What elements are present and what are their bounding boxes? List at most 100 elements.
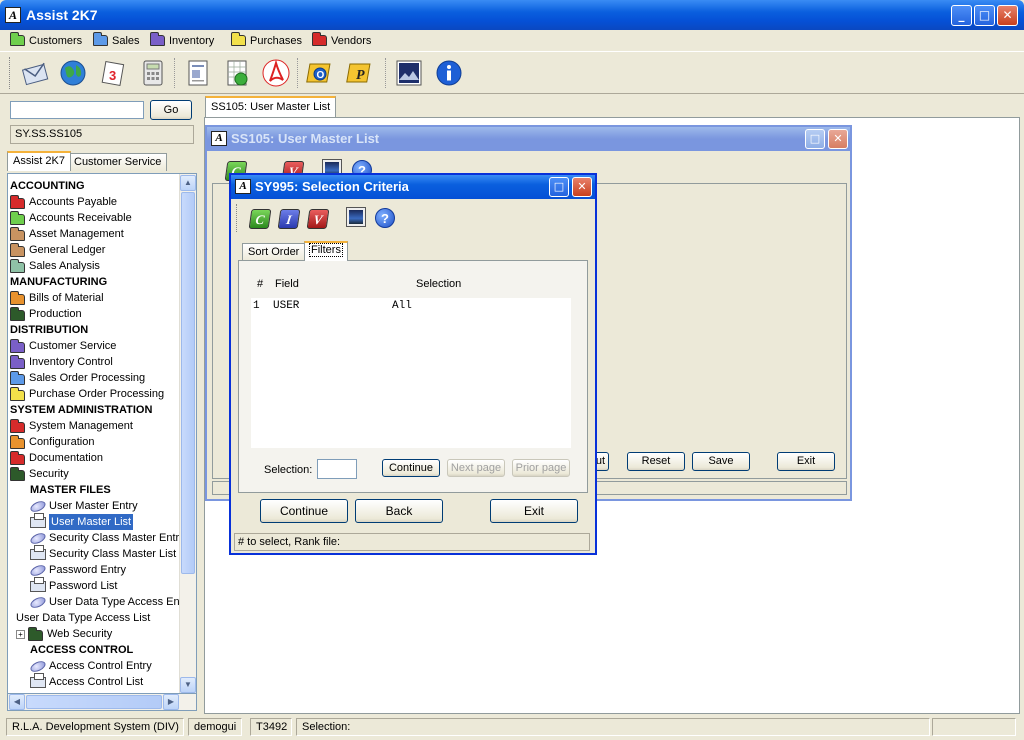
- p-icon[interactable]: P: [346, 58, 376, 88]
- tree-item[interactable]: Accounts Receivable: [10, 210, 132, 226]
- image-icon[interactable]: [394, 58, 424, 88]
- scroll-left-icon[interactable]: ◀: [9, 694, 25, 710]
- scroll-down-icon[interactable]: ▼: [180, 677, 196, 693]
- tree-item: MANUFACTURING: [10, 274, 107, 290]
- maximize-button[interactable]: □: [974, 5, 995, 26]
- tree-item[interactable]: Asset Management: [10, 226, 124, 242]
- spreadsheet-icon[interactable]: [222, 58, 252, 88]
- tree-item[interactable]: Sales Analysis: [10, 258, 100, 274]
- tree-item[interactable]: General Ledger: [10, 242, 105, 258]
- tree-item[interactable]: User Master Entry: [28, 498, 138, 514]
- svg-text:3: 3: [109, 68, 116, 83]
- back-window-exit-button[interactable]: Exit: [777, 452, 835, 471]
- expand-icon[interactable]: +: [16, 629, 25, 639]
- scroll-right-icon[interactable]: ▶: [163, 694, 179, 710]
- tree-item-label: User Master Entry: [49, 500, 138, 512]
- toolbar-separator: [385, 58, 386, 88]
- folder-green-icon: [10, 32, 25, 46]
- v-icon[interactable]: V: [306, 209, 330, 229]
- tree-item[interactable]: Accounts Payable: [10, 194, 117, 210]
- tree-item[interactable]: Inventory Control: [10, 354, 113, 370]
- help-icon[interactable]: ?: [375, 208, 395, 228]
- search-input[interactable]: [10, 101, 144, 119]
- menu-purchases-label: Purchases: [250, 34, 302, 47]
- tree-horizontal-scrollbar[interactable]: ◀ ▶: [7, 694, 197, 711]
- tree-item[interactable]: Security Class Master List: [30, 544, 176, 562]
- tree-item[interactable]: Access Control List: [30, 672, 143, 690]
- continue-button[interactable]: Continue: [260, 499, 348, 523]
- calendar-icon[interactable]: 3: [98, 58, 128, 88]
- calculator-icon[interactable]: [138, 58, 168, 88]
- c-icon[interactable]: C: [248, 209, 272, 229]
- tree-item[interactable]: Configuration: [10, 434, 94, 450]
- tree-item[interactable]: Security Class Master Entry: [28, 530, 185, 546]
- tree-item: ACCESS CONTROL: [30, 642, 133, 658]
- tree-item[interactable]: User Master List: [30, 512, 134, 530]
- image-icon[interactable]: [346, 207, 366, 227]
- tree-item-label: User Data Type Access Ent: [49, 596, 183, 608]
- menu-purchases[interactable]: Purchases: [231, 32, 302, 49]
- outlook-icon[interactable]: O: [306, 58, 336, 88]
- menu-vendors[interactable]: Vendors: [312, 32, 371, 49]
- dialog-close-button[interactable]: ✕: [572, 177, 592, 197]
- tab-assist-2k7[interactable]: Assist 2K7: [7, 151, 71, 171]
- email-icon[interactable]: [20, 58, 50, 88]
- back-button[interactable]: Back: [355, 499, 443, 523]
- tree-item-label: Documentation: [29, 452, 103, 464]
- tree-item[interactable]: Customer Service: [10, 338, 116, 354]
- tab-filters[interactable]: Filters: [304, 241, 348, 261]
- tree-item[interactable]: Security: [10, 466, 69, 482]
- globe-icon[interactable]: [58, 58, 88, 88]
- column-field-header: Field: [275, 278, 299, 290]
- dialog-maximize-button[interactable]: □: [549, 177, 569, 197]
- acrobat-icon[interactable]: [261, 58, 291, 88]
- prior-page-button[interactable]: Prior page: [512, 459, 570, 477]
- tab-ss105[interactable]: SS105: User Master List: [205, 96, 337, 117]
- info-icon[interactable]: [434, 58, 464, 88]
- user-master-list-title-bar: A SS105: User Master List □ ✕: [207, 127, 850, 151]
- tree-item[interactable]: User Data Type Access List: [16, 610, 150, 626]
- tree-item[interactable]: Sales Order Processing: [10, 370, 145, 386]
- exit-button[interactable]: Exit: [490, 499, 578, 523]
- folder-orange-icon: [10, 435, 25, 449]
- menu-customers[interactable]: Customers: [10, 32, 82, 49]
- back-window-maximize-button[interactable]: □: [805, 129, 825, 149]
- tab-sort-order[interactable]: Sort Order: [242, 243, 306, 261]
- back-window-close-button[interactable]: ✕: [828, 129, 848, 149]
- menu-inventory[interactable]: Inventory: [150, 32, 214, 49]
- tree-item[interactable]: User Data Type Access Ent: [28, 594, 183, 610]
- tree-item[interactable]: Bills of Material: [10, 290, 104, 306]
- tab-customer-service[interactable]: Customer Service: [68, 153, 168, 171]
- save-button[interactable]: Save: [692, 452, 750, 471]
- i-icon[interactable]: I: [277, 209, 301, 229]
- tree-item[interactable]: Documentation: [10, 450, 103, 466]
- minimize-button[interactable]: _: [951, 5, 972, 26]
- filter-list[interactable]: 1 USER All: [251, 298, 571, 448]
- close-button[interactable]: ✕: [997, 5, 1018, 26]
- tree-item[interactable]: Password Entry: [28, 562, 126, 578]
- inner-continue-button[interactable]: Continue: [382, 459, 440, 477]
- status-system: R.L.A. Development System (DIV): [6, 718, 184, 736]
- selection-input[interactable]: [317, 459, 357, 479]
- tree-item[interactable]: Access Control Entry: [28, 658, 152, 674]
- window-logo-icon: A: [211, 131, 227, 146]
- go-button[interactable]: Go: [150, 100, 192, 120]
- next-page-button[interactable]: Next page: [447, 459, 505, 477]
- reset-button[interactable]: Reset: [627, 452, 685, 471]
- toolbar-grip[interactable]: [9, 57, 12, 89]
- menu-sales[interactable]: Sales: [93, 32, 140, 49]
- tree-item[interactable]: System Management: [10, 418, 133, 434]
- tree-item[interactable]: Production: [10, 306, 82, 322]
- tree-item[interactable]: Password List: [30, 576, 117, 594]
- h-scroll-thumb[interactable]: [26, 695, 162, 709]
- menu-vendors-label: Vendors: [331, 34, 372, 47]
- tree-vertical-scrollbar[interactable]: ▲ ▼: [179, 174, 196, 693]
- printer-icon: [30, 544, 46, 560]
- tree-item[interactable]: Purchase Order Processing: [10, 386, 164, 402]
- folder-yellow-icon: [10, 387, 25, 401]
- row-selection: All: [392, 300, 412, 312]
- tree-item[interactable]: + Web Security: [16, 626, 112, 642]
- scroll-up-icon[interactable]: ▲: [180, 175, 196, 191]
- scroll-thumb[interactable]: [181, 192, 195, 574]
- document-icon[interactable]: [183, 58, 213, 88]
